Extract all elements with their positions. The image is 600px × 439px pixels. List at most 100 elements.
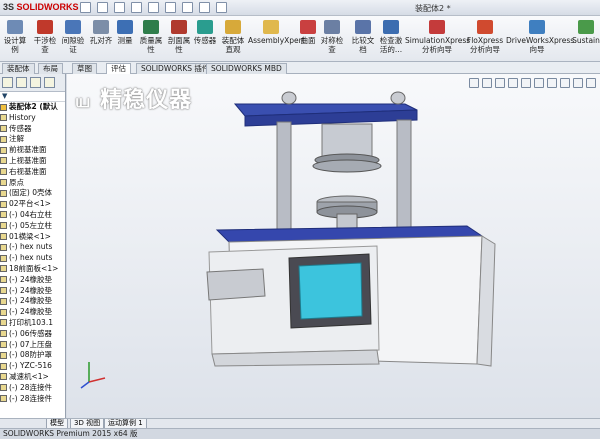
clearance-verify-button[interactable]: 间隙验 证 xyxy=(60,20,86,54)
tree-item[interactable]: 18前面板<1> xyxy=(0,264,65,275)
tree-item[interactable]: 减速机<1> xyxy=(0,372,65,383)
tree-item[interactable]: (-) 24橡胶垫 xyxy=(0,296,65,307)
tree-item[interactable]: (-) 24橡胶垫 xyxy=(0,275,65,286)
tree-item-icon xyxy=(0,287,7,295)
tree-item-label: (固定) 0壳体 xyxy=(9,188,53,198)
button-label: 间隙验 证 xyxy=(61,36,85,54)
tree-item[interactable]: 前视基准面 xyxy=(0,145,65,156)
compare-documents-button[interactable]: 比较文 档 xyxy=(350,20,376,54)
tree-item-icon xyxy=(0,319,7,327)
tree-item[interactable]: 02平台<1> xyxy=(0,199,65,210)
tree-item-icon xyxy=(0,341,7,349)
feature-manager-tree: ▼ 装配体2 (默认 History 传感器 注解 前视基准面 上视基准面右视基准面 原点… xyxy=(0,74,66,418)
display-manager-icon[interactable] xyxy=(44,77,55,88)
sustainability-button[interactable]: Sustain xyxy=(572,20,600,45)
tree-item[interactable]: 01横梁<1> xyxy=(0,232,65,243)
command-manager-tabs: 装配体 布局 草图 评估 SOLIDWORKS 插件 SOLIDWORKS MB… xyxy=(0,62,600,74)
tree-item-label: (-) 28连接件 xyxy=(9,382,52,392)
tree-item-label: (-) 28连接件 xyxy=(9,393,52,403)
button-label: AssemblyXpert xyxy=(248,36,305,45)
surface-button[interactable]: 曲面 xyxy=(299,20,317,45)
assembly-visualization-button[interactable]: 装配体 直观 xyxy=(220,20,246,54)
config-manager-icon[interactable] xyxy=(30,77,41,88)
tree-item-label: (-) 08防护罩 xyxy=(9,350,52,360)
display-screen xyxy=(298,262,363,320)
tree-item-label: 打印机103.1 xyxy=(9,317,53,327)
tree-item-icon xyxy=(0,395,7,403)
interference-check-button[interactable]: 干涉检 查 xyxy=(32,20,58,54)
hole-alignment-button[interactable]: 孔对齐 xyxy=(88,20,114,45)
origin-x-axis xyxy=(88,377,106,383)
filter-icon: ▼ xyxy=(2,92,8,100)
tree-root-label: 装配体2 (默认 xyxy=(9,102,58,111)
section-properties-button[interactable]: 剖面属 性 xyxy=(166,20,192,54)
tree-item-icon xyxy=(0,222,7,230)
property-manager-icon[interactable] xyxy=(16,77,27,88)
tree-item[interactable]: 注解 xyxy=(0,134,65,145)
simulationxpress-button[interactable]: SimulationXpress 分析向导 xyxy=(405,20,470,54)
mass-properties-button[interactable]: 质量属 性 xyxy=(138,20,164,54)
tree-item[interactable]: 原点 xyxy=(0,178,65,189)
open-file-icon[interactable] xyxy=(114,2,125,13)
tree-item[interactable]: (-) 28连接件 xyxy=(0,394,65,405)
tree-item[interactable]: (-) 08防护罩 xyxy=(0,350,65,361)
tree-item[interactable]: (-) hex nuts xyxy=(0,242,65,253)
tree-item-icon xyxy=(0,265,7,273)
tree-item-icon xyxy=(0,254,7,262)
tree-root[interactable]: 装配体2 (默认 xyxy=(0,102,65,113)
driveworksxpress-button[interactable]: DriveWorksXpress 向导 xyxy=(506,20,574,54)
tree-filter[interactable]: ▼ xyxy=(0,92,65,102)
tree-item[interactable]: (-) 05左立柱 xyxy=(0,221,65,232)
tree-item[interactable]: (-) YZC-516 xyxy=(0,361,65,372)
tree-item-label: 18前面板<1> xyxy=(9,263,59,273)
button-label: 剖面属 性 xyxy=(167,36,191,54)
tree-item[interactable]: (-) 28连接件 xyxy=(0,383,65,394)
tree-item[interactable]: (固定) 0壳体 xyxy=(0,188,65,199)
assembly-xpert-button[interactable]: AssemblyXpert xyxy=(248,20,305,45)
tree-item-icon xyxy=(0,200,7,208)
graphics-viewport[interactable]: ய 精稳仪器 xyxy=(67,74,600,418)
origin-z-axis xyxy=(80,381,90,389)
tree-item[interactable]: (-) 07上压盘 xyxy=(0,340,65,351)
symmetry-check-button[interactable]: 对称检 查 xyxy=(319,20,345,54)
undo-icon[interactable] xyxy=(165,2,176,13)
measure-button[interactable]: 测量 xyxy=(114,20,136,45)
options-icon[interactable] xyxy=(216,2,227,13)
design-study-button[interactable]: 设计算 例 xyxy=(2,20,28,54)
new-file-icon[interactable] xyxy=(97,2,108,13)
feature-manager-icon[interactable] xyxy=(2,77,13,88)
tree-item-label: (-) 04右立柱 xyxy=(9,209,52,219)
tree-item[interactable]: (-) 04右立柱 xyxy=(0,210,65,221)
save-icon[interactable] xyxy=(131,2,142,13)
tree-item[interactable]: (-) 24橡胶垫 xyxy=(0,286,65,297)
tree-item[interactable]: 右视基准面 xyxy=(0,167,65,178)
tree-item-icon xyxy=(0,308,7,316)
button-label: 对称检 查 xyxy=(320,36,344,54)
tab-solidworks-mbd[interactable]: SOLIDWORKS MBD xyxy=(206,63,287,74)
tab-sketch[interactable]: 草图 xyxy=(72,63,97,74)
tab-layout[interactable]: 布局 xyxy=(38,63,63,74)
check-active-document-button[interactable]: 检查激 活的... xyxy=(378,20,404,54)
tree-item[interactable]: (-) 06传感器 xyxy=(0,329,65,340)
tree-item-icon xyxy=(0,373,7,381)
tree-item[interactable]: (-) hex nuts xyxy=(0,253,65,264)
tree-item[interactable]: (-) 24橡胶垫 xyxy=(0,307,65,318)
tree-item[interactable]: History xyxy=(0,113,65,124)
rebuild-icon[interactable] xyxy=(199,2,210,13)
tree-item[interactable]: 上视基准面 xyxy=(0,156,65,167)
print-icon[interactable] xyxy=(148,2,159,13)
button-label: 测量 xyxy=(117,36,133,45)
select-icon[interactable] xyxy=(182,2,193,13)
tab-assembly[interactable]: 装配体 xyxy=(2,63,35,74)
home-icon[interactable] xyxy=(80,2,91,13)
tree-item-label: (-) 07上压盘 xyxy=(9,339,52,349)
tree-item-label: 上视基准面 xyxy=(9,155,47,165)
tree-item-icon xyxy=(0,157,7,165)
sensor-button[interactable]: 传感器 xyxy=(193,20,217,45)
floxpress-button[interactable]: FloXpress 分析向导 xyxy=(466,20,504,54)
tree-item-label: (-) 05左立柱 xyxy=(9,220,52,230)
tree-item[interactable]: 传感器 xyxy=(0,124,65,135)
tab-solidworks-addins[interactable]: SOLIDWORKS 插件 xyxy=(136,63,215,74)
tree-item[interactable]: 打印机103.1 xyxy=(0,318,65,329)
tab-evaluate[interactable]: 评估 xyxy=(106,63,131,74)
